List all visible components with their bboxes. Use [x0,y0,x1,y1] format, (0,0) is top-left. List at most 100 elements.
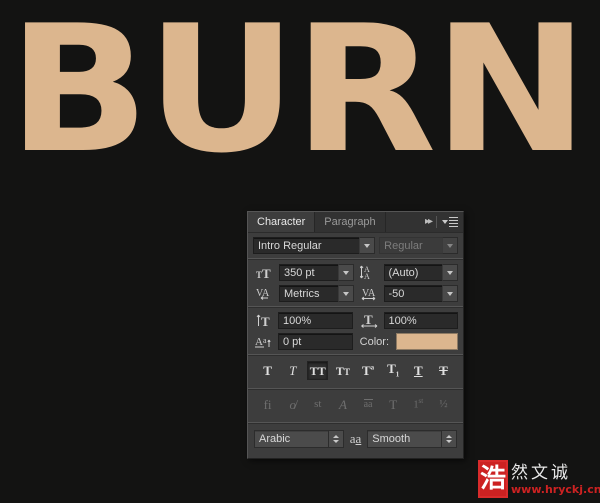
size-leading-row: T T 350 pt A A (Auto) [248,260,463,281]
kerning-tracking-row: V A Metrics V A -50 [248,281,463,302]
watermark-url: www.hryckj.cn [511,482,600,496]
language-stepper-icon[interactable] [328,430,344,448]
titling-alternates-button[interactable]: T [383,395,404,414]
tab-character[interactable]: Character [248,212,316,232]
leading-icon: A A [358,264,380,281]
font-style-field[interactable]: Regular [379,237,442,254]
leading-combo[interactable]: (Auto) [383,264,458,281]
small-caps-button[interactable]: TT [332,361,353,380]
font-size-chevron-down-icon[interactable] [337,264,354,281]
swash-button[interactable]: A [332,395,353,414]
svg-text:T: T [261,314,270,328]
opentype-button-row: fi o̸ st A aa T 1st ½ [248,390,463,418]
anti-aliasing-icon: aa [349,431,362,446]
stylistic-alternates-button[interactable]: aa [358,395,379,414]
svg-text:T: T [262,266,271,280]
watermark-text-group: 然文诚 www.hryckj.cn [511,463,600,496]
watermark-seal-char: 浩 [480,464,507,494]
color-label: Color: [359,335,389,348]
watermark-chinese-text: 然文诚 [511,462,572,483]
leading-chevron-down-icon[interactable] [442,264,458,281]
kerning-value: Metrics [284,287,320,300]
font-size-field[interactable]: 350 pt [279,264,338,281]
svg-text:T: T [364,313,373,327]
leading-value: (Auto) [388,266,419,279]
font-size-combo[interactable]: 350 pt [279,264,354,281]
language-combo[interactable]: Arabic [254,430,344,448]
antialias-stepper-icon[interactable] [442,430,457,448]
tracking-field[interactable]: -50 [383,285,442,302]
baseline-shift-icon: A a [253,333,275,350]
panel-tab-strip: Character Paragraph ▸▸ [248,212,463,233]
artwork-headline-text: BURN [8,0,589,192]
baseline-shift-group: A a 0 pt [253,333,353,350]
faux-italic-button[interactable]: T [282,361,303,380]
watermark: 浩 然文诚 www.hryckj.cn [478,457,600,501]
vertical-scale-group: T 100% [253,312,353,329]
strikethrough-button[interactable]: T [433,361,454,380]
panel-menu-icon[interactable] [442,216,458,228]
color-group: Color: [359,333,458,350]
font-size-icon: T T [253,264,275,281]
underline-button[interactable]: T [408,361,429,380]
tab-strip-spacer [385,212,421,232]
contextual-alternates-button[interactable]: o̸ [282,395,303,414]
vertical-scale-icon: T [253,312,275,329]
horizontal-scale-group: T 100% [359,312,458,329]
svg-text:a: a [263,336,267,345]
kerning-icon: V A [253,285,275,302]
font-style-value: Regular [384,239,423,252]
antialias-value: Smooth [372,433,411,445]
font-family-combo[interactable]: Intro Regular [253,237,376,254]
baseline-shift-value: 0 pt [283,335,302,348]
scale-row: T 100% T 100% [248,308,463,329]
language-field[interactable]: Arabic [254,430,329,448]
tracking-icon: V A [358,285,380,302]
header-divider [436,216,437,228]
svg-text:A: A [262,288,270,299]
font-family-value: Intro Regular [258,239,322,252]
kerning-chevron-down-icon[interactable] [337,285,354,302]
all-caps-button[interactable]: TT [307,361,329,380]
superscript-button[interactable]: Ta [358,361,379,380]
tab-paragraph[interactable]: Paragraph [315,212,386,232]
double-chevron-right-icon[interactable]: ▸▸ [425,217,433,227]
tracking-value: -50 [388,287,405,300]
watermark-seal-icon: 浩 [478,460,509,498]
character-panel[interactable]: Character Paragraph ▸▸ Intro Regular Reg… [247,211,464,459]
tracking-chevron-down-icon[interactable] [442,285,458,302]
svg-text:A: A [368,288,376,299]
kerning-combo[interactable]: Metrics [279,285,354,302]
baseline-shift-field[interactable]: 0 pt [278,333,353,350]
tab-paragraph-label: Paragraph [324,216,376,228]
antialias-combo[interactable]: Smooth [367,430,457,448]
leading-field[interactable]: (Auto) [383,264,442,281]
subscript-button[interactable]: T1 [383,361,404,380]
font-family-field[interactable]: Intro Regular [253,237,360,254]
svg-text:A: A [364,272,370,280]
font-family-chevron-down-icon[interactable] [359,237,376,254]
kerning-field[interactable]: Metrics [279,285,338,302]
vertical-scale-value: 100% [283,314,312,327]
fractions-button[interactable]: ½ [433,395,454,414]
tracking-combo[interactable]: -50 [383,285,458,302]
text-color-swatch[interactable] [396,333,458,350]
font-style-combo[interactable]: Regular [379,237,458,254]
font-style-chevron-down-icon[interactable] [442,237,458,254]
text-style-button-row: T T TT TT Ta T1 T T [248,356,463,384]
ordinals-button[interactable]: 1st [408,395,429,414]
discretionary-ligatures-button[interactable]: st [307,395,328,414]
vertical-scale-field[interactable]: 100% [278,312,353,329]
font-row: Intro Regular Regular [248,233,463,254]
baseline-color-row: A a 0 pt Color: [248,329,463,350]
font-size-value: 350 pt [284,266,315,279]
horizontal-scale-field[interactable]: 100% [383,312,458,329]
antialias-field[interactable]: Smooth [367,430,442,448]
horizontal-scale-value: 100% [388,314,417,327]
tab-character-label: Character [257,216,306,228]
language-antialias-row: Arabic aa Smooth [248,424,463,454]
horizontal-scale-icon: T [359,312,381,329]
standard-ligatures-button[interactable]: fi [257,395,278,414]
faux-bold-button[interactable]: T [257,361,278,380]
photoshop-screenshot: BURN Character Paragraph ▸▸ Intro Regula… [0,0,600,503]
